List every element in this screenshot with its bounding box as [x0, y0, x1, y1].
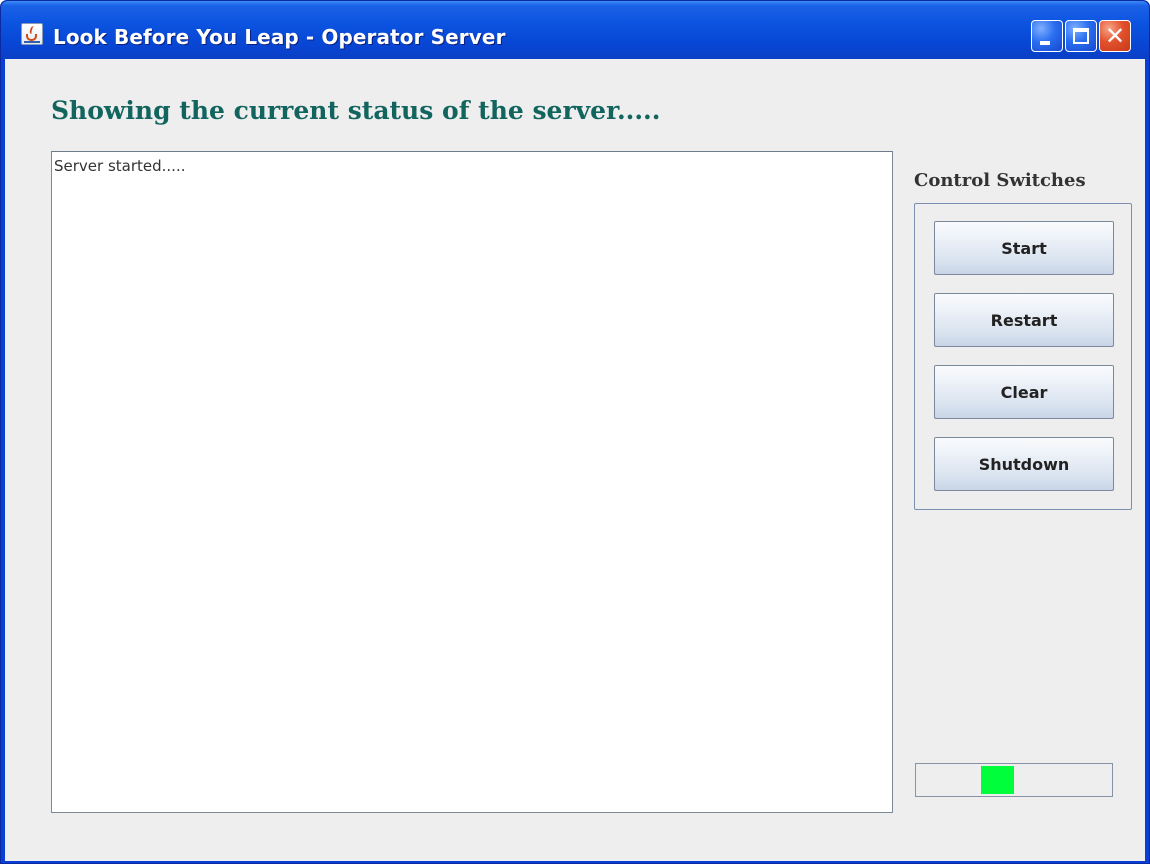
server-log-textarea[interactable]: Server started..... [51, 151, 893, 813]
java-icon-saucer [24, 41, 40, 43]
app-window: Look Before You Leap - Operator Server ✕… [0, 0, 1150, 864]
clear-button[interactable]: Clear [934, 365, 1114, 419]
maximize-icon [1073, 28, 1089, 44]
java-icon[interactable] [21, 23, 43, 45]
content-pane: Showing the current status of the server… [5, 59, 1145, 861]
shutdown-button[interactable]: Shutdown [934, 437, 1114, 491]
start-button[interactable]: Start [934, 221, 1114, 275]
window-title: Look Before You Leap - Operator Server [53, 25, 506, 49]
maximize-button[interactable] [1065, 20, 1097, 52]
minimize-icon [1040, 41, 1050, 45]
restart-button[interactable]: Restart [934, 293, 1114, 347]
server-log-text: Server started..... [54, 157, 186, 175]
java-icon-steam [28, 26, 38, 34]
page-title: Showing the current status of the server… [51, 96, 661, 125]
close-button[interactable]: ✕ [1099, 20, 1131, 52]
title-bar[interactable]: Look Before You Leap - Operator Server ✕ [1, 1, 1149, 59]
control-switches-title: Control Switches [914, 170, 1086, 191]
control-switches-panel: Start Restart Clear Shutdown [914, 203, 1132, 510]
minimize-button[interactable] [1031, 20, 1063, 52]
close-icon: ✕ [1104, 22, 1126, 50]
activity-progress-bar [915, 763, 1113, 797]
java-icon-cup [26, 34, 37, 41]
activity-indicator [981, 766, 1014, 794]
